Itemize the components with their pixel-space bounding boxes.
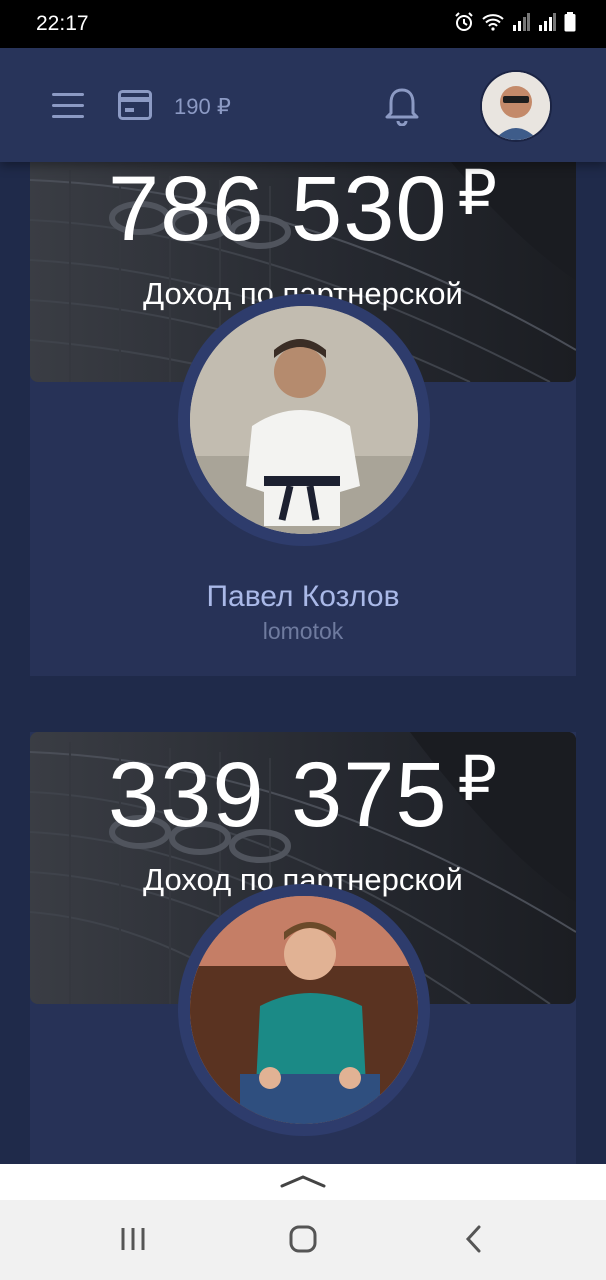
- partner-photo: [190, 306, 418, 534]
- status-time: 22:17: [36, 12, 89, 35]
- home-icon[interactable]: [288, 1224, 318, 1258]
- partner-avatar[interactable]: [178, 294, 430, 546]
- back-icon[interactable]: [460, 1224, 490, 1258]
- wallet-button[interactable]: 190 ₽: [118, 90, 231, 124]
- menu-icon[interactable]: [52, 93, 84, 119]
- chevron-up-icon: [280, 1173, 326, 1192]
- signal-icon: [538, 13, 556, 35]
- partner-name[interactable]: Павел Козлов: [30, 580, 576, 614]
- profile-avatar[interactable]: [482, 72, 550, 140]
- partner-login: lomotok: [262, 618, 344, 644]
- signal-icon: [512, 13, 530, 35]
- wallet-icon: [118, 90, 152, 124]
- wifi-icon: [482, 13, 504, 35]
- bottom-sheet-handle[interactable]: [0, 1164, 606, 1200]
- system-nav-bar: [0, 1200, 606, 1280]
- partner-photo: [190, 896, 418, 1124]
- currency-symbol: ₽: [457, 159, 498, 228]
- partner-card[interactable]: 786 530 ₽ Доход по партнерской Павел Козл…: [30, 110, 576, 676]
- amount-value: 786 530: [107, 158, 448, 260]
- partner-avatar[interactable]: [178, 884, 430, 1136]
- income-amount: 339 375 ₽: [30, 742, 576, 848]
- amount-value: 339 375: [107, 744, 448, 846]
- app-header: 190 ₽: [0, 48, 606, 162]
- alarm-icon: [454, 12, 474, 36]
- partner-card[interactable]: 339 375 ₽ Доход по партнерской: [30, 732, 576, 1182]
- currency-symbol: ₽: [457, 745, 498, 814]
- income-amount: 786 530 ₽: [30, 156, 576, 262]
- recent-apps-icon[interactable]: [118, 1224, 148, 1258]
- status-bar: 22:17: [0, 0, 606, 48]
- battery-icon: [564, 12, 576, 36]
- system-icons: [454, 12, 576, 36]
- bell-icon[interactable]: [384, 86, 420, 130]
- balance-amount: 190 ₽: [174, 94, 231, 119]
